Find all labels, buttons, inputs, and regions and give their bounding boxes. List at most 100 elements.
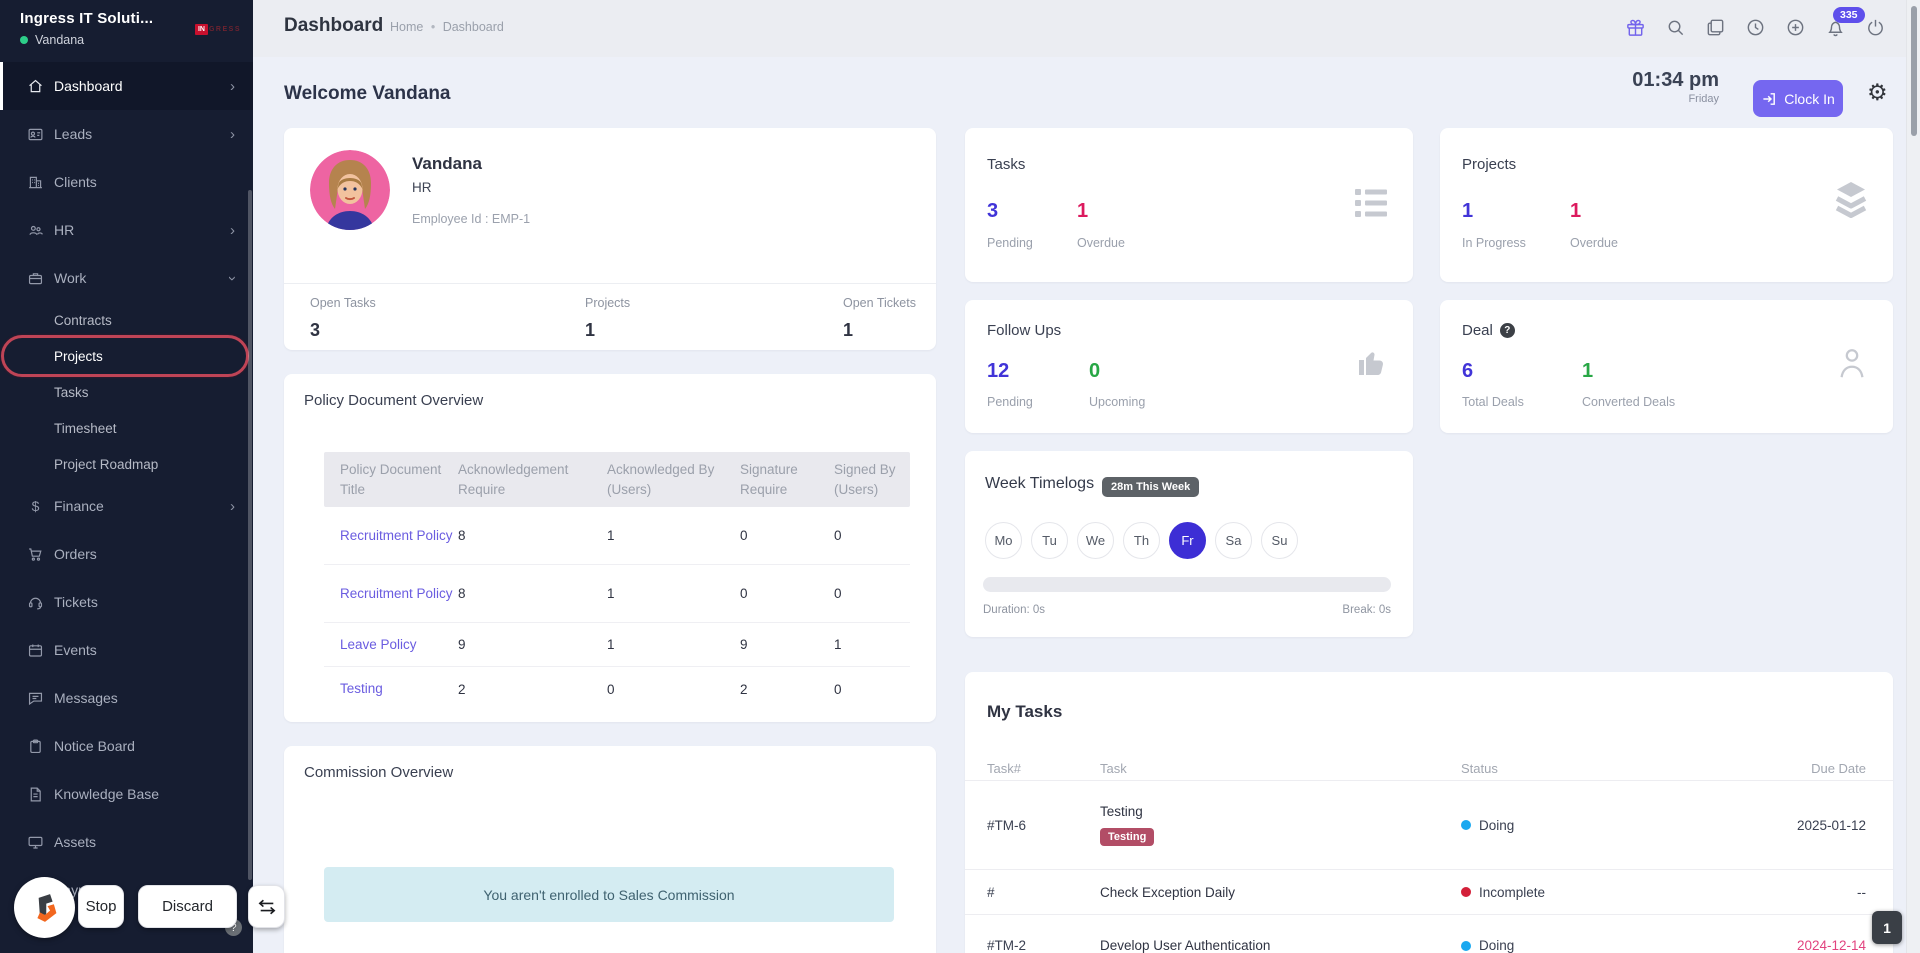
clock-in-button[interactable]: Clock In: [1753, 80, 1843, 117]
breadcrumb-home[interactable]: Home: [390, 20, 423, 34]
followups-pending-value: 12: [987, 360, 1010, 382]
followups-upcoming-label: Upcoming: [1089, 395, 1146, 409]
sidebar-subitem-project-roadmap[interactable]: Project Roadmap: [0, 446, 253, 482]
day-pill-sa[interactable]: Sa: [1215, 522, 1252, 559]
sidebar-item-messages[interactable]: Messages: [0, 674, 253, 722]
day-pill-fr[interactable]: Fr: [1169, 522, 1206, 559]
cell: 0: [740, 528, 748, 544]
table-row: Recruitment Policy 8 1 0 0: [324, 565, 910, 624]
sidebar-item-label: Notice Board: [54, 738, 135, 754]
file-text-icon: [27, 786, 44, 803]
sidebar-item-notice-board[interactable]: Notice Board: [0, 722, 253, 770]
window-scrollbar[interactable]: [1906, 0, 1920, 953]
follow-ups-card: Follow Ups 12 Pending 0 Upcoming: [965, 300, 1413, 433]
bell-icon[interactable]: 335: [1824, 7, 1865, 38]
sidebar-item-leads[interactable]: Leads ›: [0, 110, 253, 158]
sidebar-subitem-tasks[interactable]: Tasks: [0, 374, 253, 410]
sidebar-item-events[interactable]: Events: [0, 626, 253, 674]
col-header: Task: [1100, 761, 1127, 776]
break-label: Break: 0s: [1342, 604, 1391, 616]
sidebar-item-finance[interactable]: $ Finance ›: [0, 482, 253, 530]
question-circle-icon[interactable]: ?: [1499, 323, 1515, 338]
policy-link[interactable]: Testing: [340, 679, 458, 699]
policy-link[interactable]: Leave Policy: [340, 635, 458, 655]
sidebar-item-work[interactable]: Work ›: [0, 254, 253, 302]
search-icon[interactable]: [1664, 16, 1686, 38]
week-timelogs-title: Week Timelogs: [985, 475, 1095, 492]
day-pill-th[interactable]: Th: [1123, 522, 1160, 559]
projects-stat-card: Projects 1 In Progress 1 Overdue: [1440, 128, 1893, 282]
table-row: Leave Policy 9 1 9 1: [324, 623, 910, 668]
day-pill-su[interactable]: Su: [1261, 522, 1298, 559]
sidebar-subitem-projects[interactable]: Projects: [0, 335, 253, 377]
my-tasks-rows: #TM-6 Testing Testing Doing 2025-01-12 #…: [965, 780, 1893, 953]
col-header: Signed By (Users): [834, 462, 896, 497]
policy-overview-title: Policy Document Overview: [304, 392, 484, 409]
sidebar-item-clients[interactable]: Clients: [0, 158, 253, 206]
chevron-right-icon: ›: [230, 77, 235, 95]
monitor-icon: [27, 834, 44, 851]
status-dot-doing: [1461, 820, 1471, 830]
breadcrumb-current: Dashboard: [442, 20, 504, 34]
col-header: Due Date: [1811, 761, 1866, 776]
sidebar-item-tickets[interactable]: Tickets: [0, 578, 253, 626]
recorder-logo[interactable]: [14, 877, 75, 938]
col-header: Signature Require: [740, 462, 798, 497]
table-row[interactable]: #TM-2 Develop User Authentication Doing …: [965, 914, 1893, 953]
sidebar-item-label: HR: [54, 222, 75, 238]
sidebar-subitem-contracts[interactable]: Contracts: [0, 302, 253, 338]
task-name[interactable]: Develop User Authentication: [1100, 938, 1461, 953]
sidebar-subitem-timesheet[interactable]: Timesheet: [0, 410, 253, 446]
power-icon[interactable]: [1864, 16, 1886, 38]
sidebar-item-dashboard[interactable]: Dashboard ›: [0, 62, 253, 110]
commission-overview-card: Commission Overview You aren't enrolled …: [284, 746, 936, 953]
tasks-pending-label: Pending: [987, 236, 1033, 250]
day-pill-tu[interactable]: Tu: [1031, 522, 1068, 559]
commission-title: Commission Overview: [304, 764, 454, 781]
sidebar-item-label: Tickets: [54, 594, 98, 610]
clock-icon[interactable]: [1744, 16, 1766, 38]
task-name[interactable]: Testing: [1100, 804, 1461, 819]
plus-circle-icon[interactable]: [1784, 16, 1806, 38]
users-icon: [27, 222, 44, 239]
table-row[interactable]: # Check Exception Daily Incomplete --: [965, 869, 1893, 914]
time-value: 01:34 pm: [1632, 69, 1719, 91]
chat-icon: [27, 690, 44, 707]
sidebar: Ingress IT Soluti... Vandana IN GRESS Da…: [0, 0, 253, 953]
deal-title-text: Deal: [1462, 322, 1493, 339]
day-pill-we[interactable]: We: [1077, 522, 1114, 559]
sidebar-item-hr[interactable]: HR ›: [0, 206, 253, 254]
commission-alert: You aren't enrolled to Sales Commission: [324, 867, 894, 922]
gift-icon[interactable]: [1624, 16, 1646, 38]
status-cell: Doing: [1461, 938, 1736, 953]
topbar: Dashboard Home • Dashboard 335: [253, 0, 1920, 57]
sidebar-item-knowledge-base[interactable]: Knowledge Base: [0, 770, 253, 818]
open-tickets-label: Open Tickets: [843, 296, 916, 310]
projects-value: 1: [585, 320, 596, 340]
sidebar-item-assets[interactable]: Assets: [0, 818, 253, 866]
sidebar-item-orders[interactable]: Orders: [0, 530, 253, 578]
subitem-label: Project Roadmap: [54, 456, 159, 472]
notes-icon[interactable]: [1704, 16, 1726, 38]
scrollbar-thumb[interactable]: [1911, 6, 1917, 136]
policy-link[interactable]: Recruitment Policy: [340, 526, 458, 546]
projects-card-title: Projects: [1462, 156, 1517, 173]
sidebar-scrollbar[interactable]: [248, 190, 252, 880]
task-name[interactable]: Check Exception Daily: [1100, 885, 1461, 900]
policy-link[interactable]: Recruitment Policy: [340, 584, 458, 604]
day-pill-mo[interactable]: Mo: [985, 522, 1022, 559]
task-tag-badge: Testing: [1100, 828, 1155, 846]
brand-logo-mark: IN: [194, 24, 208, 35]
profile-card: Vandana HR Employee Id : EMP-1 Open Task…: [284, 128, 936, 350]
annotation-number-badge: 1: [1872, 911, 1902, 944]
sidebar-item-label: Clients: [54, 174, 97, 190]
time-day: Friday: [1688, 93, 1719, 105]
stop-button[interactable]: Stop: [78, 885, 124, 928]
gear-icon[interactable]: ⚙: [1867, 81, 1888, 104]
swap-button[interactable]: [248, 885, 285, 928]
table-row[interactable]: #TM-6 Testing Testing Doing 2025-01-12: [965, 780, 1893, 869]
cell: 1: [607, 528, 615, 544]
status-label: Doing: [1479, 938, 1515, 953]
breadcrumb-separator: •: [430, 20, 436, 34]
discard-button[interactable]: Discard: [138, 885, 237, 928]
